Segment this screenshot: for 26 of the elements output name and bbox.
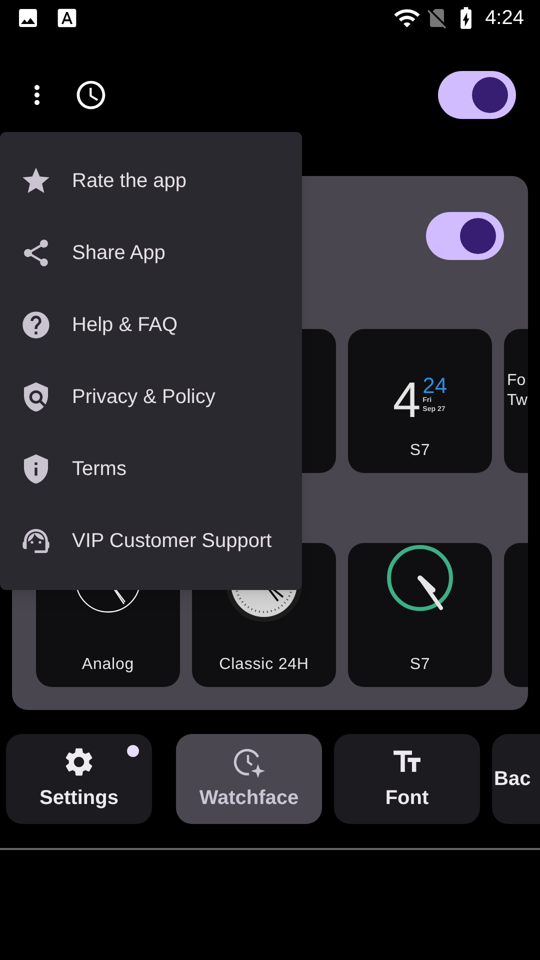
watchface-tile[interactable]: S7 [348, 543, 492, 687]
toggle-switch[interactable] [426, 212, 504, 260]
image-notification-icon [16, 6, 40, 30]
menu-item[interactable]: Rate the app [0, 145, 302, 217]
toggle-switch[interactable] [438, 71, 516, 119]
nav-tab[interactable]: Bac [492, 734, 540, 824]
nav-tab[interactable]: Font [334, 734, 480, 824]
clock-minute: 24 [422, 375, 448, 397]
clock-hour: 4 [392, 375, 421, 425]
help-icon [20, 309, 52, 341]
menu-item[interactable]: Help & FAQ [0, 289, 302, 361]
tile-label: Classic 24H [219, 655, 309, 675]
tile-preview-text: Fo [507, 371, 526, 391]
nav-tab[interactable]: Settings [6, 734, 152, 824]
watchface-tile[interactable]: Fo Tw [504, 329, 528, 473]
menu-item[interactable]: Terms [0, 433, 302, 505]
clock-icon[interactable] [74, 78, 108, 112]
tile-preview-text: Tw [507, 391, 528, 411]
menu-item[interactable]: Share App [0, 217, 302, 289]
nav-tab[interactable]: Watchface [176, 734, 322, 824]
status-time: 4:24 [485, 6, 524, 31]
font-notification-icon [56, 7, 78, 29]
menu-item[interactable]: Privacy & Policy [0, 361, 302, 433]
tile-label: Analog [82, 655, 134, 675]
tile-label: S7 [410, 441, 430, 461]
tile-label: S7 [410, 655, 430, 675]
